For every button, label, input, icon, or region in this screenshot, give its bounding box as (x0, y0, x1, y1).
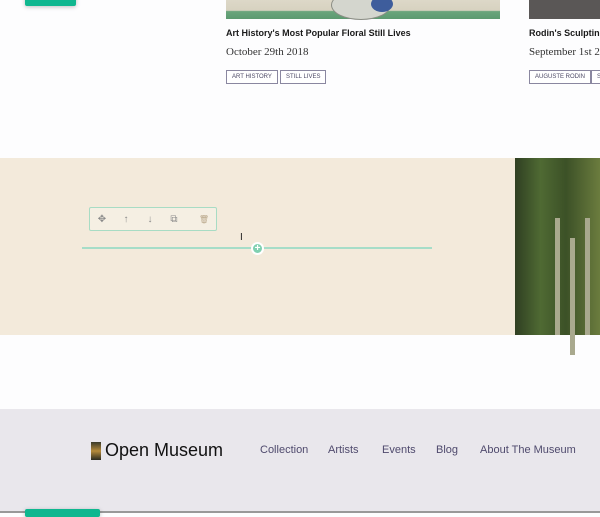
card-image-floral[interactable] (226, 0, 500, 20)
logo-icon (91, 441, 101, 460)
teal-button-bottom[interactable] (25, 509, 100, 517)
tag[interactable]: STILL LIVES (280, 70, 327, 84)
tag[interactable]: ART HISTORY (226, 70, 278, 84)
nav-artists[interactable]: Artists (328, 444, 359, 456)
card-title[interactable]: Rodin's Sculpting F (529, 28, 600, 38)
painting-image (515, 158, 600, 355)
block-toolbar: ✥ ↑ ↓ ⧉ 🗑 (89, 207, 217, 231)
add-block-button[interactable]: + (251, 242, 264, 255)
tag[interactable]: AUGUSTE RODIN (529, 70, 592, 84)
duplicate-icon[interactable]: ⧉ (162, 214, 186, 225)
card-image-rodin[interactable] (529, 0, 600, 19)
text-cursor-icon: I (240, 232, 243, 243)
nav-collection[interactable]: Collection (260, 444, 308, 456)
card-date: October 29th 2018 (226, 46, 309, 58)
logo-text: Open Museum (105, 440, 224, 460)
arrow-down-icon[interactable]: ↓ (138, 214, 162, 225)
footer (0, 409, 600, 513)
move-icon[interactable]: ✥ (90, 214, 114, 225)
tag[interactable]: S (591, 70, 600, 84)
nav-events[interactable]: Events (382, 444, 416, 456)
logo[interactable]: Open Museum (91, 440, 223, 461)
card-title[interactable]: Art History's Most Popular Floral Still … (226, 28, 411, 38)
arrow-up-icon[interactable]: ↑ (114, 214, 138, 225)
teal-button-top[interactable] (25, 0, 76, 6)
nav-about[interactable]: About The Museum (480, 444, 576, 456)
trash-icon[interactable]: 🗑 (192, 215, 216, 224)
nav-blog[interactable]: Blog (436, 444, 458, 456)
card-date: September 1st 20 (529, 46, 600, 58)
